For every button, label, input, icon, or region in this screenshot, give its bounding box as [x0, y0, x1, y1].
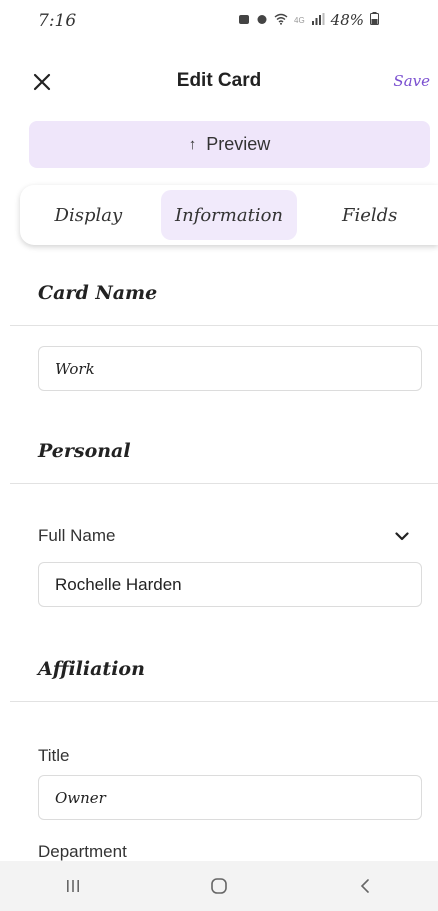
preview-button[interactable]: ↑ Preview	[29, 121, 430, 168]
back-icon	[360, 879, 369, 893]
full-name-input[interactable]: Rochelle Harden	[38, 562, 422, 607]
section-title-personal: Personal	[38, 440, 131, 462]
network-type-label: 4G	[294, 15, 305, 25]
chevron-down-icon	[395, 531, 409, 540]
section-title-affiliation: Affiliation	[38, 658, 145, 680]
card-name-value: Work	[55, 359, 95, 378]
recent-apps-button[interactable]	[43, 866, 103, 906]
divider	[10, 701, 438, 702]
close-icon	[33, 73, 51, 91]
title-value: Owner	[55, 788, 106, 807]
notification-icon	[238, 12, 250, 29]
card-name-input[interactable]: Work	[38, 346, 422, 391]
page-title: Edit Card	[176, 70, 262, 91]
arrow-up-icon: ↑	[188, 136, 197, 153]
system-nav-bar	[0, 861, 438, 911]
divider	[10, 483, 438, 484]
full-name-label: Full Name	[38, 526, 116, 545]
preview-label: Preview	[206, 134, 271, 154]
recent-apps-icon	[67, 880, 79, 892]
full-name-expand-button[interactable]	[390, 524, 414, 548]
alarm-icon	[256, 12, 268, 29]
tab-information[interactable]: Information	[160, 190, 298, 240]
department-label: Department	[38, 842, 127, 861]
close-button[interactable]	[22, 60, 62, 104]
battery-percent: 48%	[330, 11, 365, 29]
tab-display[interactable]: Display	[20, 190, 157, 240]
tab-bar: Display Information Fields	[20, 185, 438, 245]
home-icon	[211, 878, 227, 894]
battery-icon	[370, 11, 380, 29]
wifi-icon	[274, 12, 288, 29]
divider	[10, 325, 438, 326]
back-button[interactable]	[335, 866, 395, 906]
section-title-card-name: Card Name	[38, 282, 158, 304]
signal-icon	[311, 12, 325, 29]
status-time: 7:16	[38, 11, 77, 31]
full-name-value: Rochelle Harden	[55, 574, 182, 594]
title-label: Title	[38, 746, 70, 765]
tab-fields[interactable]: Fields	[301, 190, 438, 240]
home-button[interactable]	[189, 866, 249, 906]
status-icons: 4G 48%	[238, 11, 380, 29]
status-bar: 7:16 4G 48%	[0, 0, 438, 44]
app-bar: Edit Card Save	[0, 60, 438, 104]
save-button[interactable]: Save	[393, 72, 430, 90]
title-input[interactable]: Owner	[38, 775, 422, 820]
